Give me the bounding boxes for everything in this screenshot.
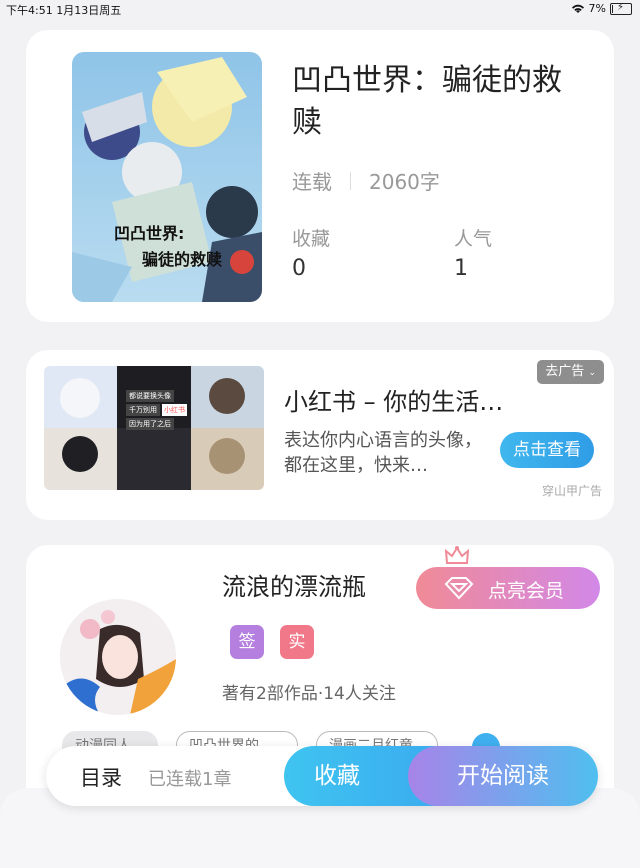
tag-verified: 实 xyxy=(280,625,314,659)
book-cover[interactable]: 凹凸世界: 骗徒的救赎 xyxy=(72,52,262,302)
ad-caption-4: 因为用了之后 xyxy=(126,418,174,430)
vip-button-label: 点亮会员 xyxy=(488,580,565,602)
book-info-card: 凹凸世界: 骗徒的救赎 凹凸世界：骗徒的救赎 连载 2060字 收藏 0 人气 … xyxy=(26,30,614,322)
popularity-label: 人气 xyxy=(454,228,493,250)
book-meta: 连载 2060字 xyxy=(292,166,440,195)
author-info: 著有2部作品·14人关注 xyxy=(222,684,396,704)
word-count: 2060字 xyxy=(369,170,440,194)
cover-title-line1: 凹凸世界: xyxy=(114,224,185,243)
diamond-icon xyxy=(444,577,474,600)
cover-title-line2: 骗徒的救赎 xyxy=(142,250,223,269)
meta-divider xyxy=(350,171,351,190)
ad-image[interactable]: 都说要换头像 千万别用 小红书 因为用了之后 xyxy=(44,366,264,490)
favorites-label: 收藏 xyxy=(292,228,331,250)
book-status: 连载 xyxy=(292,170,332,194)
tag-signed: 签 xyxy=(230,625,264,659)
crown-icon xyxy=(444,546,470,564)
book-title: 凹凸世界：骗徒的救赎 xyxy=(292,63,562,140)
favorites-value: 0 xyxy=(292,256,306,281)
ad-title[interactable]: 小红书 – 你的生活… xyxy=(284,382,503,417)
bottom-action-bar: 目录 已连载1章 收藏 开始阅读 xyxy=(46,746,598,806)
ad-caption-3: 小红书 xyxy=(162,404,187,416)
remove-ad-button[interactable]: 去广告 ⌄ xyxy=(537,360,604,384)
vip-button[interactable]: 点亮会员 xyxy=(416,546,600,609)
author-avatar[interactable] xyxy=(60,599,176,715)
avatar-illustration xyxy=(60,599,176,715)
start-reading-button[interactable]: 开始阅读 xyxy=(408,746,598,806)
ad-description: 表达你内心语言的头像，都在这里，快来… xyxy=(284,430,482,476)
ad-source: 穿山甲广告 xyxy=(541,484,602,498)
status-bar: 下午4:51 1月13日周五 7% ⚡ xyxy=(0,0,640,18)
author-name[interactable]: 流浪的漂流瓶 xyxy=(222,567,366,602)
toc-button[interactable]: 目录 xyxy=(80,762,122,792)
popularity-value: 1 xyxy=(454,256,468,281)
remove-ad-label: 去广告 xyxy=(545,364,585,379)
status-time-date: 下午4:51 1月13日周五 xyxy=(6,4,122,17)
ad-caption-2: 千万别用 xyxy=(126,404,160,416)
chevron-down-icon: ⌄ xyxy=(588,368,596,378)
ad-card[interactable]: 都说要换头像 千万别用 小红书 因为用了之后 小红书 – 你的生活… 表达你内心… xyxy=(26,350,614,520)
chapters-count: 已连载1章 xyxy=(148,769,232,790)
wifi-icon xyxy=(571,4,584,13)
ad-view-button[interactable]: 点击查看 xyxy=(500,432,594,468)
battery-icon: ⚡ xyxy=(610,2,632,15)
ad-caption-1: 都说要换头像 xyxy=(126,390,174,402)
battery-percent: 7% xyxy=(588,2,606,15)
